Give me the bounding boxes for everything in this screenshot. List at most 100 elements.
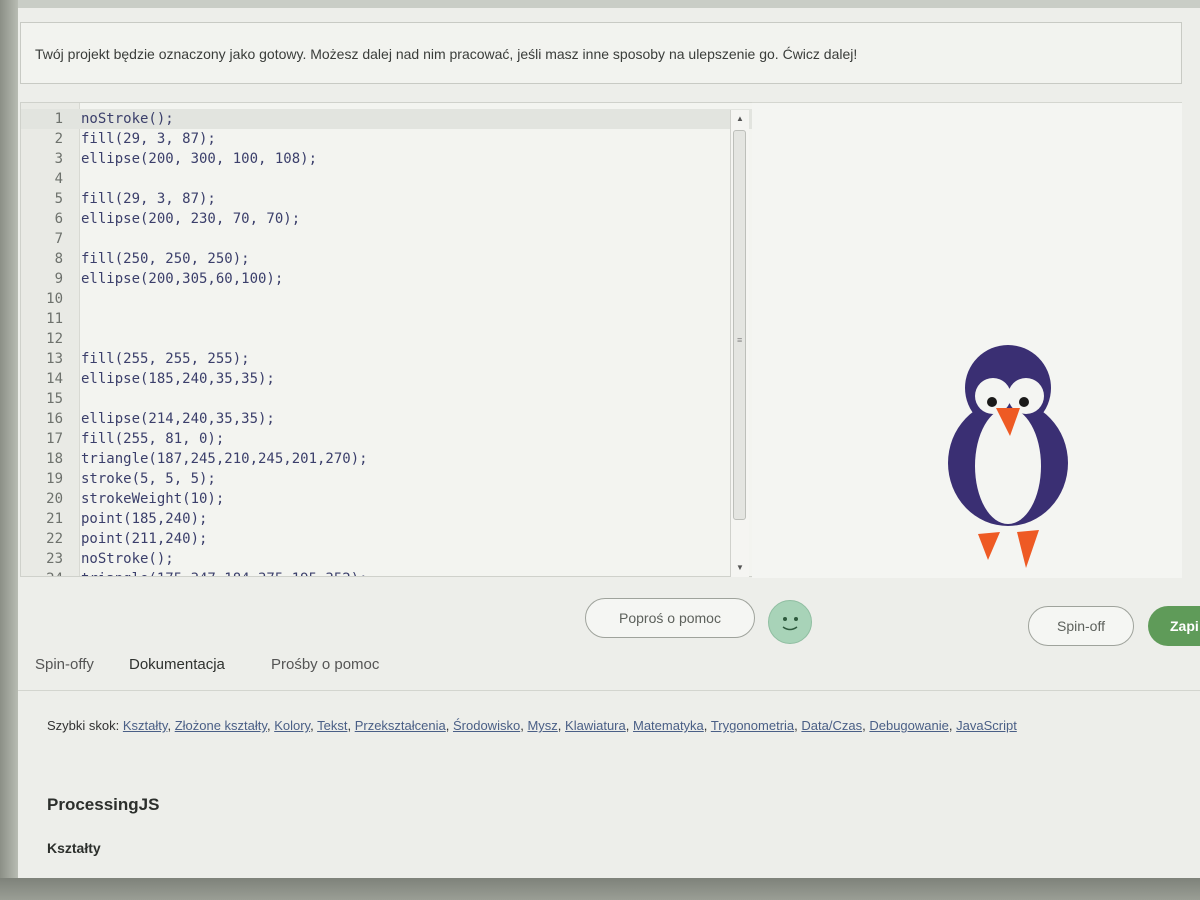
- code-line[interactable]: 19 stroke(5, 5, 5);: [21, 469, 755, 489]
- scroll-down-arrow-icon[interactable]: ▼: [731, 561, 749, 575]
- spin-off-button[interactable]: Spin-off: [1028, 606, 1134, 646]
- scroll-up-arrow-icon[interactable]: ▲: [731, 112, 749, 126]
- code-text[interactable]: ellipse(185,240,35,35);: [81, 369, 275, 389]
- line-number: 8: [54, 251, 63, 267]
- save-button[interactable]: Zapi: [1148, 606, 1200, 646]
- line-number: 3: [54, 151, 63, 167]
- code-text[interactable]: ellipse(214,240,35,35);: [81, 409, 275, 429]
- line-number: 11: [46, 311, 63, 327]
- line-number: 12: [46, 331, 63, 347]
- code-text[interactable]: fill(255, 255, 255);: [81, 349, 250, 369]
- code-line[interactable]: 14 ellipse(185,240,35,35);: [21, 369, 755, 389]
- code-text[interactable]: fill(29, 3, 87);: [81, 189, 216, 209]
- code-line[interactable]: 3 ellipse(200, 300, 100, 108);: [21, 149, 755, 169]
- avatar[interactable]: [768, 600, 812, 644]
- avatar-face-icon: [782, 617, 798, 631]
- quick-jump-link[interactable]: Kolory: [274, 718, 310, 733]
- quick-jump-label: Szybki skok:: [47, 718, 120, 733]
- monitor-bezel-bottom: [0, 878, 1200, 900]
- quick-jump-link[interactable]: Matematyka: [633, 718, 704, 733]
- line-number: 18: [46, 451, 63, 467]
- line-number: 7: [54, 231, 63, 247]
- line-number: 22: [46, 531, 63, 547]
- code-line[interactable]: 20 strokeWeight(10);: [21, 489, 755, 509]
- code-line[interactable]: 7: [21, 229, 755, 249]
- line-number: 16: [46, 411, 63, 427]
- code-line[interactable]: 10: [21, 289, 755, 309]
- code-line[interactable]: 9 ellipse(200,305,60,100);: [21, 269, 755, 289]
- code-line[interactable]: 13 fill(255, 255, 255);: [21, 349, 755, 369]
- penguin-foot-left: [978, 532, 1000, 560]
- quick-jump-link[interactable]: Trygonometria: [711, 718, 794, 733]
- code-line[interactable]: 4: [21, 169, 755, 189]
- code-text[interactable]: stroke(5, 5, 5);: [81, 469, 216, 489]
- code-text[interactable]: fill(250, 250, 250);: [81, 249, 250, 269]
- line-number: 14: [46, 371, 63, 387]
- code-text[interactable]: point(185,240);: [81, 509, 207, 529]
- quick-jump-link[interactable]: Przekształcenia: [355, 718, 446, 733]
- line-number: 13: [46, 351, 63, 367]
- line-number: 21: [46, 511, 63, 527]
- penguin-pupil-right: [1019, 397, 1029, 407]
- code-line[interactable]: 22 point(211,240);: [21, 529, 755, 549]
- code-text[interactable]: point(211,240);: [81, 529, 207, 549]
- line-number: 24: [21, 569, 63, 576]
- quick-jump-link[interactable]: Kształty: [123, 718, 168, 733]
- tab-spin-offs[interactable]: Spin-offy: [35, 656, 94, 673]
- code-text[interactable]: strokeWeight(10);: [81, 489, 224, 509]
- code-line[interactable]: 8 fill(250, 250, 250);: [21, 249, 755, 269]
- quick-jump-link[interactable]: Debugowanie: [869, 718, 949, 733]
- quick-jump-link[interactable]: Klawiatura: [565, 718, 626, 733]
- tab-help-requests[interactable]: Prośby o pomoc: [271, 656, 379, 673]
- scroll-thumb[interactable]: ≡: [733, 130, 746, 520]
- code-editor[interactable]: 1 noStroke(); 2 fill(29, 3, 87); 3 ellipse(20…: [20, 102, 756, 577]
- line-number: 1: [54, 111, 63, 127]
- line-number: 23: [46, 551, 63, 567]
- code-text[interactable]: noStroke();: [81, 549, 174, 569]
- code-line[interactable]: 6 ellipse(200, 230, 70, 70);: [21, 209, 755, 229]
- editor-scrollbar[interactable]: ▲ ≡ ▼: [730, 110, 749, 577]
- quick-jump-link[interactable]: Data/Czas: [801, 718, 862, 733]
- code-line[interactable]: 2 fill(29, 3, 87);: [21, 129, 755, 149]
- tabs-divider: [18, 690, 1200, 691]
- quick-jump-link[interactable]: JavaScript: [956, 718, 1017, 733]
- penguin-drawing: [948, 345, 1068, 568]
- docs-subtitle: Kształty: [47, 840, 101, 856]
- quick-jump: Szybki skok: Kształty, Złożone kształty,…: [47, 718, 1017, 733]
- code-line[interactable]: 24 triangle(175,347,184,375,195,352);: [21, 569, 755, 576]
- code-line[interactable]: 5 fill(29, 3, 87);: [21, 189, 755, 209]
- monitor-bezel-left: [0, 0, 18, 900]
- code-line[interactable]: 23 noStroke();: [21, 549, 755, 569]
- code-line[interactable]: 11: [21, 309, 755, 329]
- ask-for-help-button[interactable]: Poproś o pomoc: [585, 598, 755, 638]
- code-line[interactable]: 16 ellipse(214,240,35,35);: [21, 409, 755, 429]
- line-number: 5: [54, 191, 63, 207]
- code-text[interactable]: fill(29, 3, 87);: [81, 129, 216, 149]
- code-line[interactable]: 21 point(185,240);: [21, 509, 755, 529]
- code-line[interactable]: 18 triangle(187,245,210,245,201,270);: [21, 449, 755, 469]
- code-line[interactable]: 12: [21, 329, 755, 349]
- code-text[interactable]: ellipse(200, 300, 100, 108);: [81, 149, 317, 169]
- code-text[interactable]: fill(255, 81, 0);: [81, 429, 224, 449]
- completion-notice: Twój projekt będzie oznaczony jako gotow…: [20, 22, 1182, 84]
- quick-jump-link[interactable]: Tekst: [317, 718, 347, 733]
- quick-jump-link[interactable]: Złożone kształty: [175, 718, 267, 733]
- code-text[interactable]: ellipse(200, 230, 70, 70);: [81, 209, 300, 229]
- code-text[interactable]: triangle(175,347,184,375,195,352);: [81, 569, 368, 576]
- code-text[interactable]: triangle(187,245,210,245,201,270);: [81, 449, 368, 469]
- penguin-foot-right: [1017, 530, 1039, 568]
- code-line[interactable]: 17 fill(255, 81, 0);: [21, 429, 755, 449]
- line-number: 6: [54, 211, 63, 227]
- line-number: 19: [46, 471, 63, 487]
- grip-icon: ≡: [737, 335, 743, 345]
- code-line[interactable]: 15: [21, 389, 755, 409]
- code-line[interactable]: 1 noStroke();: [21, 109, 755, 129]
- tab-documentation[interactable]: Dokumentacja: [129, 656, 225, 673]
- quick-jump-link[interactable]: Środowisko: [453, 718, 520, 733]
- quick-jump-link[interactable]: Mysz: [527, 718, 557, 733]
- code-text[interactable]: ellipse(200,305,60,100);: [81, 269, 283, 289]
- code-text[interactable]: noStroke();: [81, 109, 174, 129]
- line-number: 9: [54, 271, 63, 287]
- line-number: 4: [54, 171, 63, 187]
- line-number: 2: [54, 131, 63, 147]
